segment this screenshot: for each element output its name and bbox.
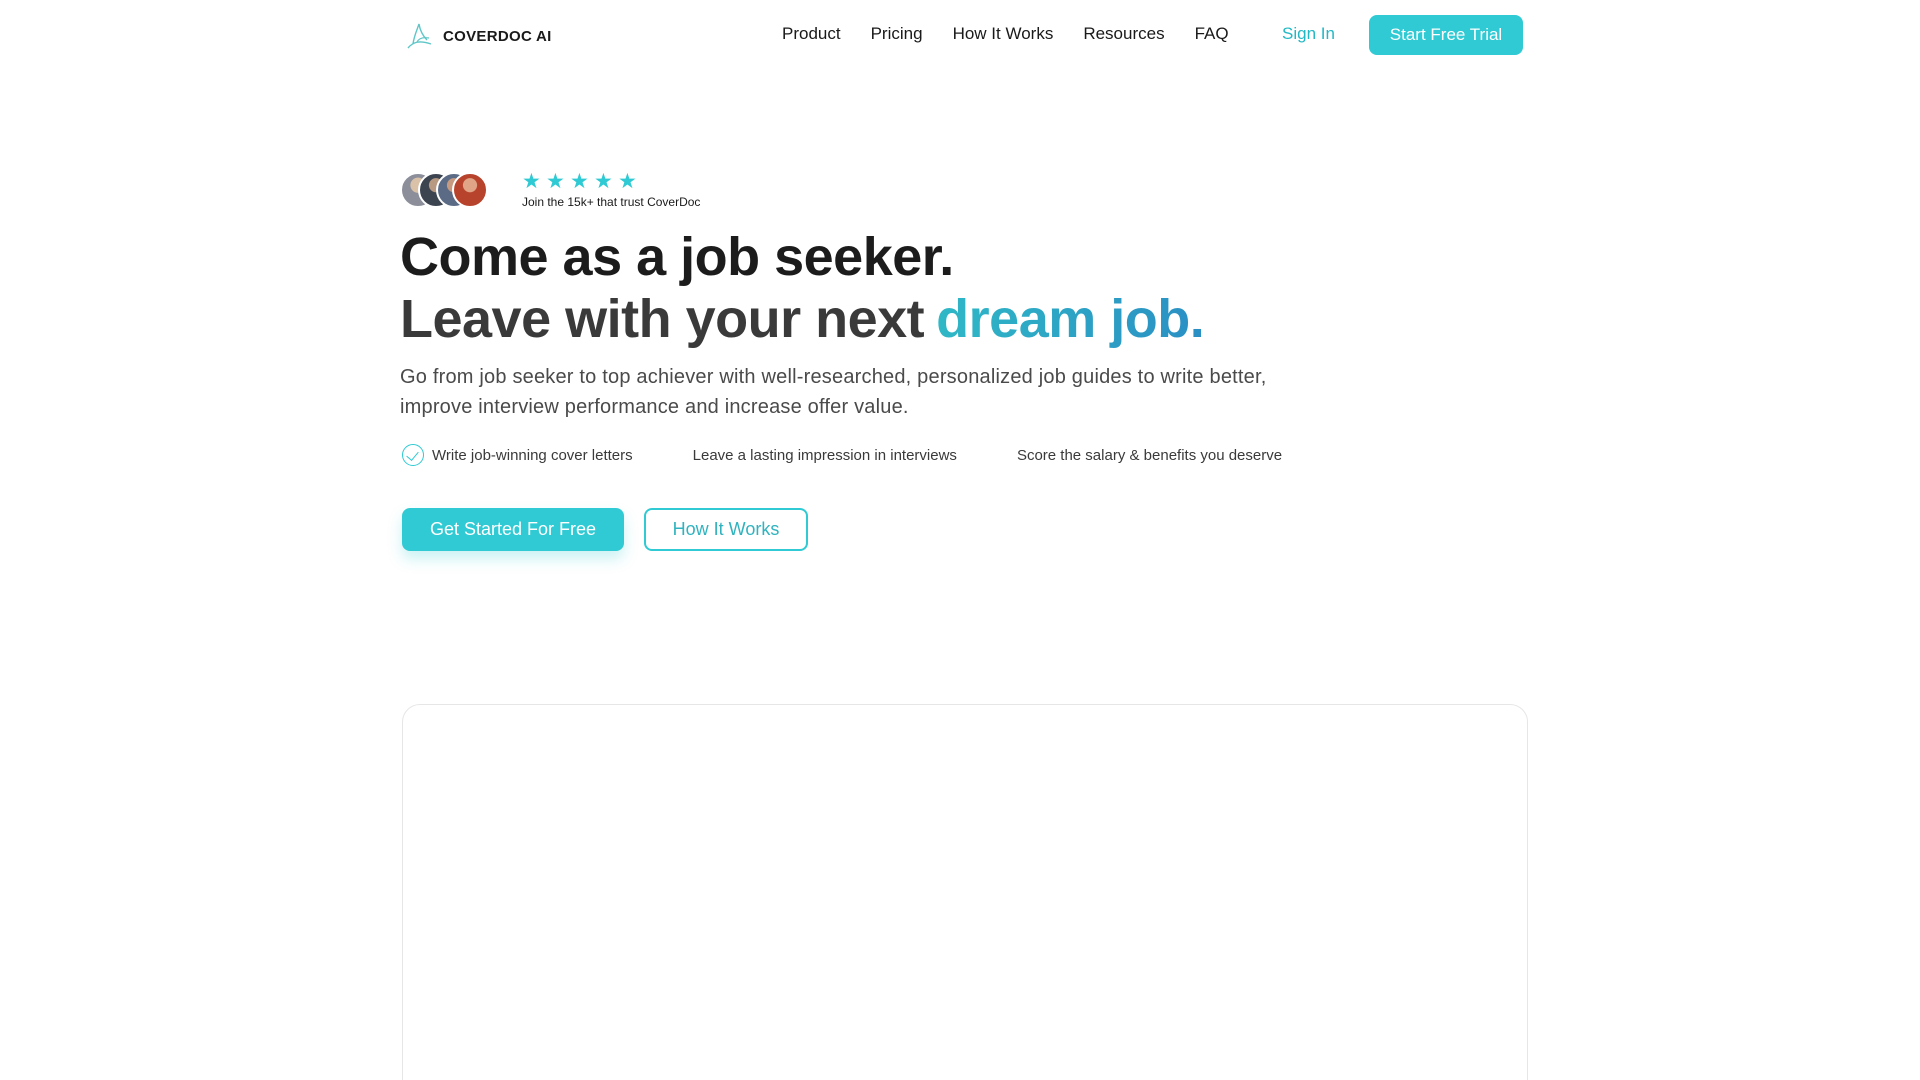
rating-block: ★ ★ ★ ★ ★ Join the 15k+ that trust Cover… [522, 171, 701, 210]
check-circle-icon [402, 444, 424, 466]
nav-links: Product Pricing How It Works Resources F… [782, 24, 1259, 44]
star-icon: ★ [522, 170, 541, 193]
sign-in-link[interactable]: Sign In [1282, 24, 1335, 44]
feature-label: Leave a lasting impression in interviews [692, 446, 957, 464]
avatar-group [400, 170, 492, 210]
star-rating: ★ ★ ★ ★ ★ [522, 171, 700, 193]
start-free-trial-button[interactable]: Start Free Trial [1369, 15, 1523, 55]
star-icon: ★ [618, 170, 637, 193]
feature-label: Write job-winning cover letters [432, 446, 633, 464]
brand-name: COVERDOC AI [443, 27, 552, 45]
nav-link-pricing[interactable]: Pricing [871, 24, 923, 44]
social-proof: ★ ★ ★ ★ ★ Join the 15k+ that trust Cover… [400, 170, 700, 210]
nav-link-product[interactable]: Product [782, 24, 841, 44]
feature-item: Score the salary & benefits you deserve [1017, 447, 1282, 464]
get-started-button[interactable]: Get Started For Free [402, 508, 624, 551]
headline-line-1: Come as a job seeker. [400, 227, 954, 287]
logo[interactable]: COVERDOC AI [405, 20, 552, 52]
how-it-works-button[interactable]: How It Works [644, 508, 808, 551]
star-icon: ★ [546, 170, 565, 193]
feature-item: Write job-winning cover letters [402, 444, 633, 466]
avatar [452, 172, 488, 208]
trust-text: Join the 15k+ that trust CoverDoc [522, 195, 701, 209]
nav-link-faq[interactable]: FAQ [1195, 24, 1229, 44]
feature-item: Leave a lasting impression in interviews [693, 447, 957, 464]
logo-bird-icon [407, 23, 432, 49]
product-preview-frame [402, 704, 1528, 1080]
star-icon: ★ [594, 170, 613, 193]
headline-line-2-text: Leave with your next [400, 289, 925, 349]
star-icon: ★ [570, 170, 589, 193]
headline-line-2: Leave with your next dream job. [400, 288, 1205, 350]
nav-link-resources[interactable]: Resources [1083, 24, 1164, 44]
top-nav: COVERDOC AI Product Pricing How It Works… [0, 0, 1920, 70]
hero-headline: Come as a job seeker. Leave with your ne… [400, 226, 1205, 350]
headline-accent: dream job. [936, 289, 1205, 349]
hero-subtitle: Go from job seeker to top achiever with … [400, 366, 1267, 418]
nav-link-how-it-works[interactable]: How It Works [953, 24, 1054, 44]
feature-list: Write job-winning cover letters Leave a … [402, 444, 1342, 466]
feature-label: Score the salary & benefits you deserve [1016, 446, 1283, 464]
